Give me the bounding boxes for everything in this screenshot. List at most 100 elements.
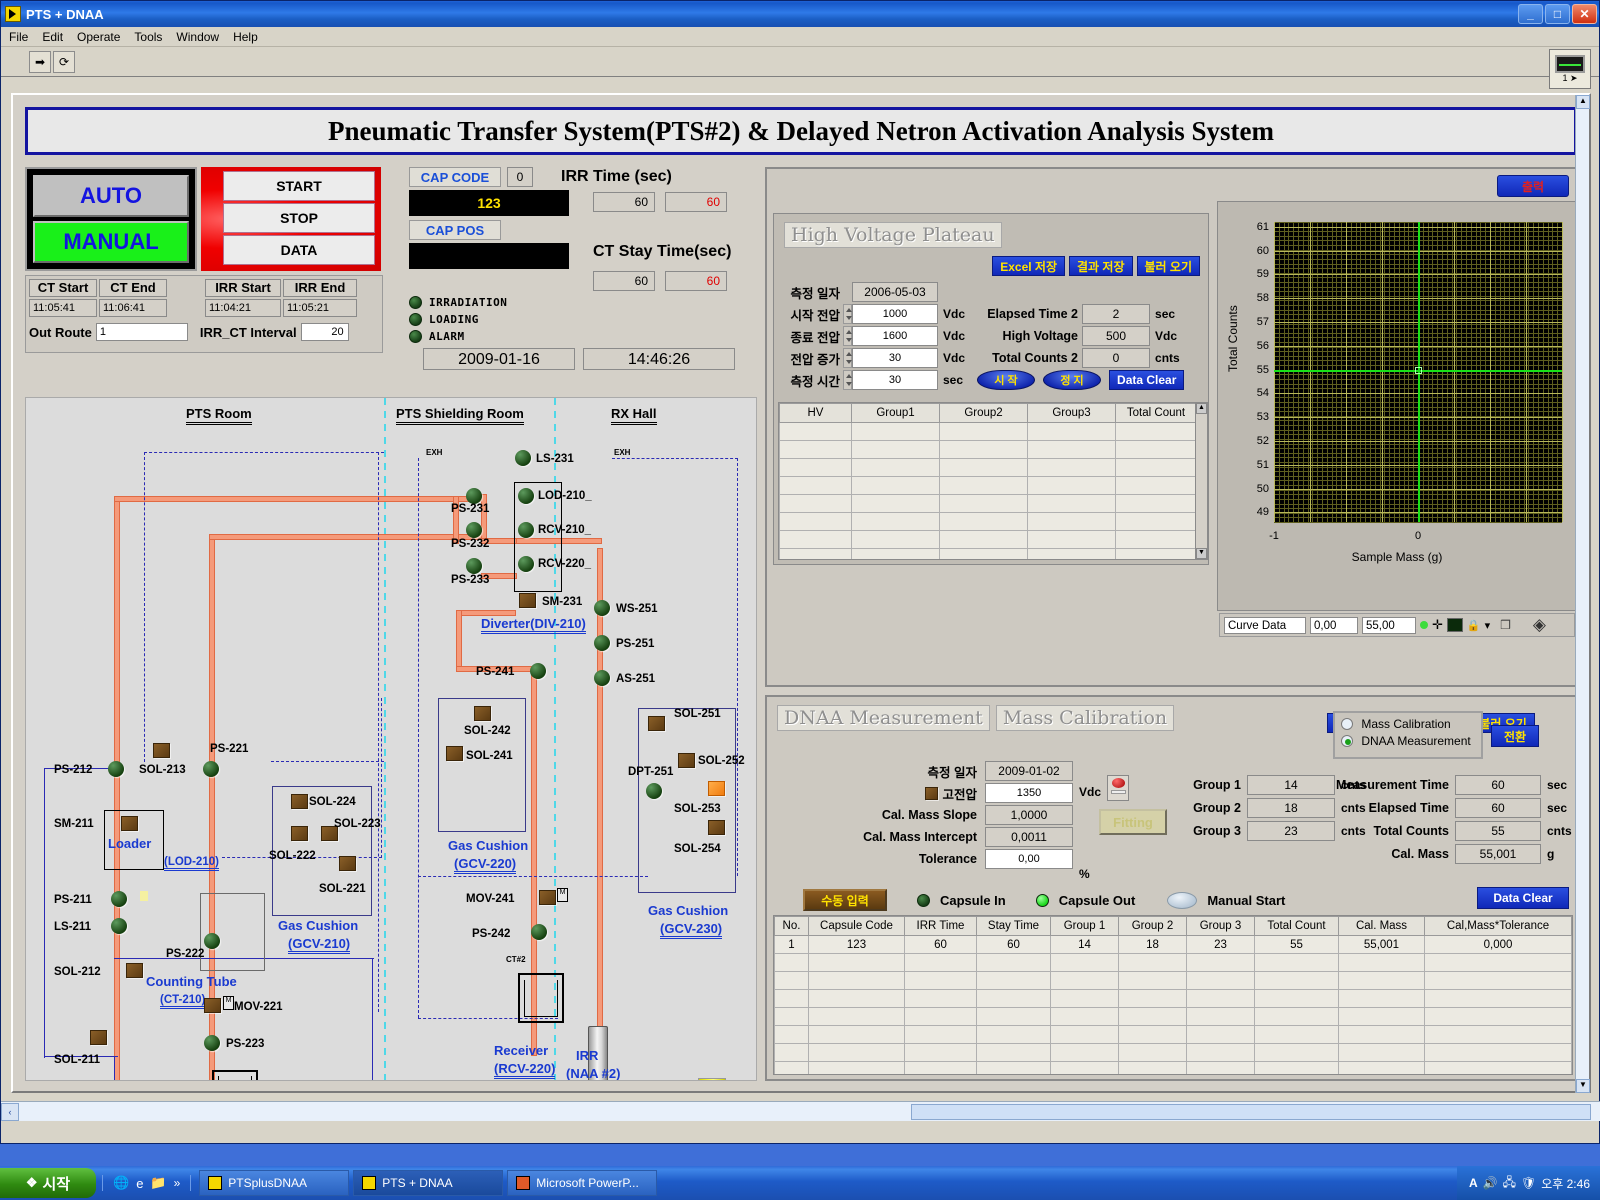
hv-vend-input[interactable]: 1600 bbox=[852, 326, 938, 346]
start-button-taskbar[interactable]: ❖ 시작 bbox=[0, 1168, 96, 1198]
menu-edit[interactable]: Edit bbox=[42, 30, 63, 44]
shield-icon[interactable]: 🛡 bbox=[1521, 1176, 1536, 1190]
dnaa-results-table[interactable]: No. Capsule Code IRR Time Stay Time Group 1G… bbox=[774, 916, 1572, 1074]
sensor-ps-221[interactable] bbox=[203, 761, 219, 777]
cursor-marker[interactable] bbox=[1415, 366, 1422, 374]
hv-result-save-button[interactable]: 결과 저장 bbox=[1069, 256, 1133, 276]
hv-power-icon[interactable] bbox=[1107, 775, 1129, 801]
sensor-ps-242[interactable] bbox=[531, 924, 547, 940]
run-continuous-icon[interactable]: ⟳ bbox=[53, 50, 75, 73]
solenoid-sol-224[interactable] bbox=[291, 794, 308, 809]
manual-input-button[interactable]: 수동 입력 bbox=[803, 889, 887, 911]
hv-stop-button[interactable]: 정 지 bbox=[1043, 370, 1102, 390]
sensor-ps-232[interactable] bbox=[466, 522, 482, 538]
menu-help[interactable]: Help bbox=[233, 30, 258, 44]
solenoid-mov-241[interactable] bbox=[539, 890, 556, 905]
solenoid-sol-211[interactable] bbox=[90, 1030, 107, 1045]
hv-vstep-input[interactable]: 30 bbox=[852, 348, 938, 368]
hv-vstep-spinner[interactable] bbox=[843, 348, 852, 368]
graph-zoom-icon[interactable]: ◈ bbox=[1533, 615, 1546, 635]
solenoid-sm-231[interactable] bbox=[519, 593, 536, 608]
graph-plot-area[interactable]: 61 60 59 58 57 56 55 54 53 52 51 50 49 -1 0 bbox=[1257, 221, 1563, 542]
start-button[interactable]: START bbox=[223, 171, 375, 201]
sensor-ps-251[interactable] bbox=[594, 635, 610, 651]
cursor-style-icon[interactable] bbox=[1446, 618, 1463, 632]
solenoid-sol-213[interactable] bbox=[153, 743, 170, 758]
taskbar-item-powerpoint[interactable]: Microsoft PowerP... bbox=[507, 1170, 658, 1196]
hv-vstart-spinner[interactable] bbox=[843, 304, 852, 324]
out-route-input[interactable]: 1 bbox=[95, 323, 188, 341]
menu-file[interactable]: File bbox=[9, 30, 28, 44]
table-row[interactable] bbox=[774, 1007, 1572, 1026]
solenoid-sol-254[interactable] bbox=[708, 820, 725, 835]
sensor-ps-241[interactable] bbox=[530, 663, 546, 679]
hv-table-scrollbar[interactable]: ▲ ▼ bbox=[1195, 402, 1208, 560]
manual-start-button[interactable] bbox=[1167, 891, 1198, 909]
dnaa-hv-input[interactable]: 1350 bbox=[985, 783, 1073, 803]
menu-operate[interactable]: Operate bbox=[77, 30, 120, 44]
sensor-ps-212[interactable] bbox=[108, 761, 124, 777]
irr-time-set[interactable]: 60 bbox=[593, 192, 655, 212]
hv-results-table[interactable]: HV Group1 Group2 Group3 Total Count bbox=[779, 403, 1197, 559]
hv-data-clear-button[interactable]: Data Clear bbox=[1109, 370, 1185, 390]
taskbar-item-pts-dnaa[interactable]: PTS + DNAA bbox=[353, 1170, 504, 1196]
graph-palette-icon[interactable]: ❒ bbox=[1500, 618, 1511, 632]
ime-icon[interactable]: A bbox=[1469, 1176, 1478, 1190]
print-button[interactable]: 출력 bbox=[1497, 175, 1569, 197]
solenoid-sol-251[interactable] bbox=[648, 716, 665, 731]
solenoid-mov-221[interactable] bbox=[204, 998, 221, 1013]
solenoid-sol-212[interactable] bbox=[126, 963, 143, 978]
irr-ct-interval-input[interactable]: 20 bbox=[300, 323, 349, 341]
scroll-thumb[interactable] bbox=[911, 1103, 1591, 1120]
run-arrow-icon[interactable]: ➡ bbox=[29, 50, 51, 73]
sensor-ws-251[interactable] bbox=[594, 600, 610, 616]
quicklaunch-folder-icon[interactable]: 📁 bbox=[150, 1175, 166, 1191]
quicklaunch-ie-icon[interactable]: 🌐 bbox=[113, 1175, 129, 1191]
sensor-ps-231[interactable] bbox=[466, 488, 482, 504]
hv-load-button[interactable]: 불러 오기 bbox=[1136, 256, 1200, 276]
table-row[interactable] bbox=[779, 494, 1197, 513]
table-row[interactable] bbox=[779, 530, 1197, 549]
sensor-rcv-220b[interactable] bbox=[518, 556, 534, 572]
hv-meastime-input[interactable]: 30 bbox=[852, 370, 938, 390]
dnaa-measurement-tab[interactable]: DNAA Measurement bbox=[777, 705, 990, 731]
table-row[interactable] bbox=[779, 422, 1197, 441]
solenoid-sol-221[interactable] bbox=[339, 856, 356, 871]
solenoid-sol-222[interactable] bbox=[291, 826, 308, 841]
sensor-ps-223[interactable] bbox=[204, 1035, 220, 1051]
sensor-lod-210b[interactable] bbox=[518, 488, 534, 504]
scroll-left-button[interactable]: ‹ bbox=[1, 1102, 19, 1121]
auto-mode-button[interactable]: AUTO bbox=[33, 175, 189, 217]
table-row[interactable] bbox=[779, 476, 1197, 495]
stop-button[interactable]: STOP bbox=[223, 203, 375, 233]
radio-dnaa-measurement[interactable] bbox=[1341, 735, 1353, 747]
solenoid-sol-242[interactable] bbox=[474, 706, 491, 721]
close-button[interactable]: ✕ bbox=[1572, 4, 1597, 24]
ct-stay-set[interactable]: 60 bbox=[593, 271, 655, 291]
sensor-as-251[interactable] bbox=[594, 670, 610, 686]
hv-excel-save-button[interactable]: Excel 저장 bbox=[992, 256, 1065, 276]
dnaa-data-clear-button[interactable]: Data Clear bbox=[1477, 887, 1569, 909]
cursor-dropdown-icon[interactable]: ▾ bbox=[1485, 619, 1491, 632]
window-horizontal-scrollbar[interactable]: ‹ bbox=[1, 1101, 1600, 1121]
sensor-ps-222[interactable] bbox=[204, 933, 220, 949]
move-cursor-icon[interactable]: ✛ bbox=[1432, 617, 1443, 633]
hv-vend-spinner[interactable] bbox=[843, 326, 852, 346]
table-row[interactable] bbox=[774, 989, 1572, 1008]
menu-window[interactable]: Window bbox=[176, 30, 219, 44]
table-row[interactable]: 1 123 60 60 14 18 23 55 55,001 0,000 bbox=[774, 935, 1572, 954]
table-row[interactable] bbox=[779, 548, 1197, 559]
sensor-dpt-251[interactable] bbox=[646, 783, 662, 799]
sensor-ls-231[interactable] bbox=[515, 450, 531, 466]
table-row[interactable] bbox=[774, 953, 1572, 972]
table-row[interactable] bbox=[779, 440, 1197, 459]
maximize-button[interactable]: □ bbox=[1545, 4, 1570, 24]
sensor-ps-211[interactable] bbox=[111, 891, 127, 907]
fitting-button[interactable]: Fitting bbox=[1099, 809, 1167, 835]
hv-vstart-input[interactable]: 1000 bbox=[852, 304, 938, 324]
sensor-ps-233[interactable] bbox=[466, 558, 482, 574]
solenoid-sol-252[interactable] bbox=[678, 753, 695, 768]
table-row[interactable] bbox=[774, 971, 1572, 990]
mass-calibration-tab[interactable]: Mass Calibration bbox=[995, 705, 1175, 731]
table-row[interactable] bbox=[774, 1025, 1572, 1044]
